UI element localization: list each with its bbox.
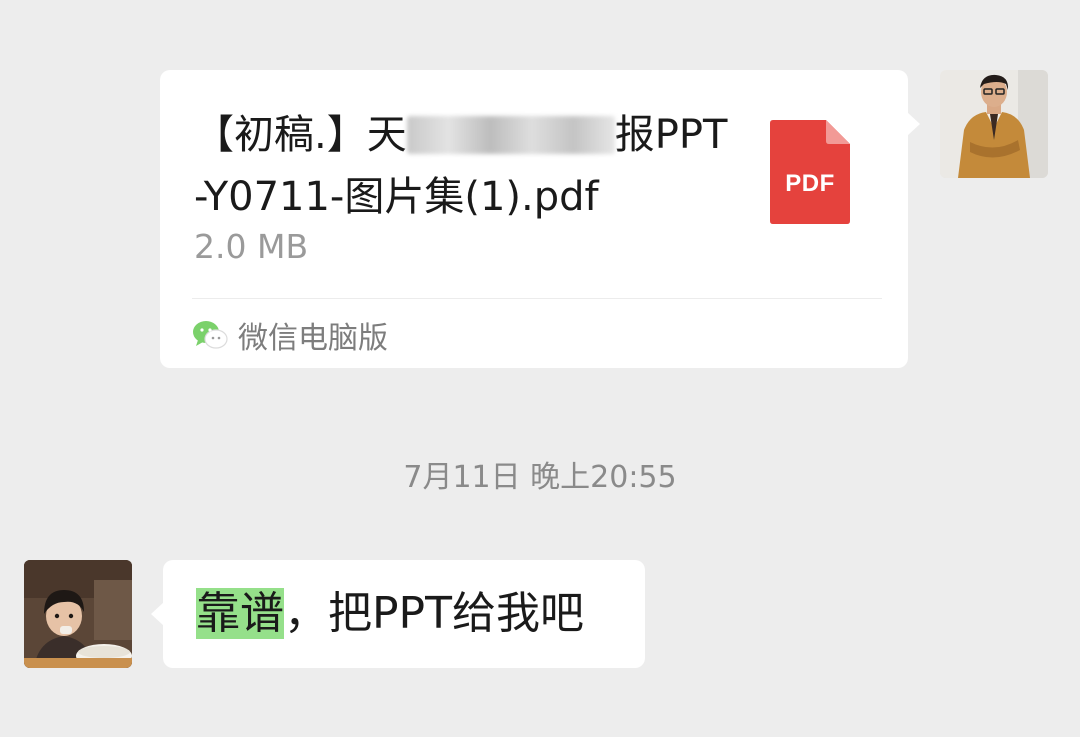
file-name-suffix: 报 bbox=[614, 112, 655, 158]
self-avatar[interactable] bbox=[940, 70, 1048, 178]
child-photo bbox=[24, 560, 132, 668]
message-text: 靠谱，把PPT给我吧 bbox=[196, 584, 584, 644]
file-name: 【初稿.】天 报PPT-Y0711-图片集(1).pdf bbox=[194, 104, 734, 228]
file-source-label: 微信电脑版 bbox=[238, 321, 388, 356]
redacted-text bbox=[406, 116, 615, 154]
contact-avatar[interactable] bbox=[24, 560, 132, 668]
file-name-prefix: 【初稿.】天 bbox=[194, 112, 407, 158]
pdf-type-label: PDF bbox=[785, 170, 835, 197]
message-rest: ，把PPT给我吧 bbox=[284, 588, 584, 639]
file-message-bubble[interactable]: 【初稿.】天 报PPT-Y0711-图片集(1).pdf 2.0 MB PDF 微… bbox=[160, 70, 920, 368]
wechat-icon bbox=[193, 321, 228, 349]
message-timestamp: 7月11日 晚上20:55 bbox=[403, 460, 677, 495]
highlighted-word: 靠谱 bbox=[196, 588, 284, 639]
text-message-bubble[interactable]: 靠谱，把PPT给我吧 bbox=[151, 560, 645, 668]
chat-view: 【初稿.】天 报PPT-Y0711-图片集(1).pdf 2.0 MB PDF 微… bbox=[0, 0, 1080, 737]
file-source: 微信电脑版 bbox=[192, 314, 388, 356]
divider bbox=[192, 298, 882, 299]
file-size: 2.0 MB bbox=[194, 227, 309, 266]
person-in-coat-photo bbox=[940, 70, 1048, 178]
